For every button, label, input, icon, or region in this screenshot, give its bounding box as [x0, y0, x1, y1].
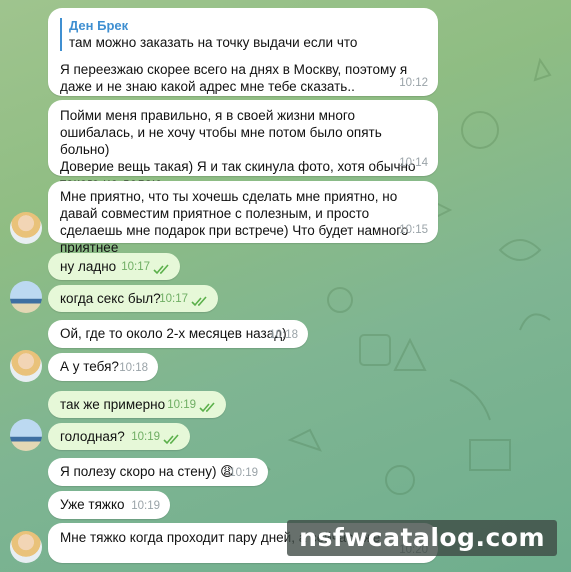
- contact-avatar[interactable]: [10, 350, 42, 382]
- message-time: 10:18: [119, 362, 148, 374]
- message-bubble[interactable]: Пойми меня правильно, я в своей жизни мн…: [48, 100, 438, 191]
- message-text: Я переезжаю скорее всего на днях в Москв…: [60, 62, 408, 94]
- message-time: 10:18: [269, 329, 298, 341]
- message-bubble[interactable]: А у тебя? 10:18: [48, 353, 158, 381]
- message-text: Пойми меня правильно, я в своей жизни мн…: [60, 108, 416, 191]
- message-bubble[interactable]: Ден Брек там можно заказать на точку выд…: [48, 8, 438, 96]
- message-time: 10:19: [167, 399, 196, 411]
- user-avatar[interactable]: [10, 281, 42, 313]
- message-text: А у тебя?: [60, 359, 119, 374]
- message-time: 10:19: [131, 500, 160, 512]
- contact-avatar[interactable]: [10, 531, 42, 563]
- message-bubble[interactable]: Я полезу скоро на стену) 😩 10:19: [48, 458, 268, 486]
- reply-author: Ден Брек: [69, 18, 129, 33]
- message-text: Мне приятно, что ты хочешь сделать мне п…: [60, 189, 409, 255]
- message-text: голодная?: [60, 429, 125, 444]
- reply-quote[interactable]: Ден Брек там можно заказать на точку выд…: [60, 18, 426, 51]
- message-bubble[interactable]: Мне приятно, что ты хочешь сделать мне п…: [48, 181, 438, 255]
- watermark: nsfwcatalog.com: [287, 520, 557, 556]
- message-bubble-outgoing[interactable]: ну ладно 10:17: [48, 253, 180, 280]
- message-text: Уже тяжко: [60, 497, 125, 512]
- read-checkmarks-icon: [153, 264, 169, 275]
- user-avatar[interactable]: [10, 419, 42, 451]
- message-text: когда секс был?: [60, 291, 161, 306]
- message-time: 10:19: [131, 431, 160, 443]
- message-time: 10:15: [399, 224, 428, 236]
- read-checkmarks-icon: [199, 402, 215, 413]
- read-checkmarks-icon: [163, 434, 179, 445]
- contact-avatar[interactable]: [10, 212, 42, 244]
- message-text: Ой, где то около 2-х месяцев назад): [60, 326, 287, 341]
- reply-text: там можно заказать на точку выдачи если …: [69, 35, 358, 50]
- message-time: 10:17: [121, 261, 150, 273]
- message-bubble[interactable]: Ой, где то около 2-х месяцев назад) 10:1…: [48, 320, 308, 348]
- message-text: так же примерно: [60, 397, 166, 412]
- message-bubble-outgoing[interactable]: когда секс был? 10:17: [48, 285, 218, 312]
- message-text: Я полезу скоро на стену) 😩: [60, 464, 235, 479]
- message-time: 10:17: [159, 293, 188, 305]
- message-bubble-outgoing[interactable]: голодная? 10:19: [48, 423, 190, 450]
- message-time: 10:12: [399, 77, 428, 89]
- message-text: ну ладно: [60, 259, 117, 274]
- message-time: 10:14: [399, 157, 428, 169]
- message-bubble-outgoing[interactable]: так же примерно 10:19: [48, 391, 226, 418]
- read-checkmarks-icon: [191, 296, 207, 307]
- message-bubble[interactable]: Уже тяжко 10:19: [48, 491, 170, 519]
- message-time: 10:19: [229, 467, 258, 479]
